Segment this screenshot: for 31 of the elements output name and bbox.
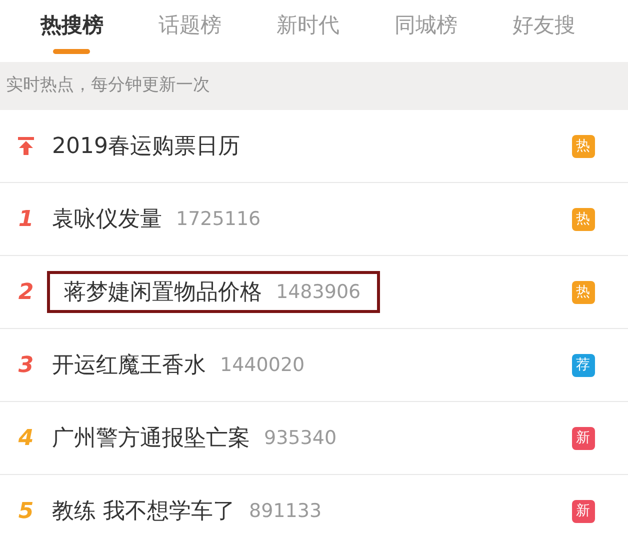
hot-search-row[interactable]: 3 开运红魔王香水 1440020 荐 <box>0 329 628 402</box>
topic-badge: 新 <box>572 426 594 450</box>
topic-title: 教练 我不想学车了 <box>52 498 235 526</box>
topic-badge: 荐 <box>572 354 594 376</box>
tab[interactable]: 热搜榜 <box>13 0 131 62</box>
pin-top-icon <box>17 136 35 156</box>
search-count: 1440020 <box>220 352 305 378</box>
hot-search-row[interactable]: 5 教练 我不想学车了 891133 新 <box>0 475 628 538</box>
hot-search-row[interactable]: 1 袁咏仪发量 1725116 热 <box>0 183 628 256</box>
rank-number: 4 <box>18 424 34 452</box>
topic-title: 开运红魔王香水 <box>52 352 206 380</box>
hot-search-row[interactable]: 2019春运购票日历 热 <box>0 110 628 183</box>
rank-number: 5 <box>18 498 34 526</box>
topic-title: 广州警方通报坠亡案 <box>52 424 250 452</box>
topic-title: 2019春运购票日历 <box>52 132 240 160</box>
topic-title: 袁咏仪发量 <box>52 206 162 234</box>
hot-search-row[interactable]: 4 广州警方通报坠亡案 935340 新 <box>0 402 628 475</box>
search-count: 1725116 <box>176 206 261 232</box>
search-count: 1483906 <box>276 280 361 305</box>
topic-badge: 热 <box>572 208 594 230</box>
rank-number: 2 <box>18 278 34 306</box>
topic-badge: 热 <box>572 134 594 158</box>
hot-search-row[interactable]: 2 蒋梦婕闲置物品价格 1483906 热 <box>0 256 628 329</box>
topic-title: 蒋梦婕闲置物品价格 <box>64 278 262 306</box>
topic-badge: 热 <box>572 280 594 304</box>
topic-badge: 新 <box>572 500 594 522</box>
search-count: 891133 <box>249 498 322 524</box>
rank-number: 3 <box>18 352 34 380</box>
search-count: 935340 <box>264 426 337 451</box>
notice-text: 实时热点，每分钟更新一次 <box>6 74 210 98</box>
rank-number: 1 <box>18 206 34 234</box>
